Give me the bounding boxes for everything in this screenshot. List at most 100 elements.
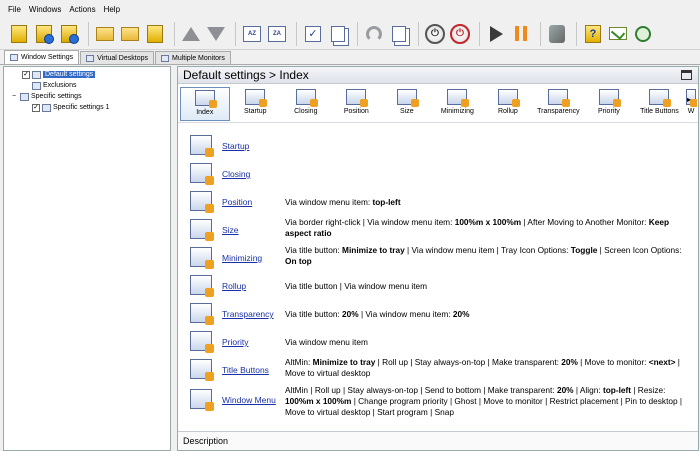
category-rollup[interactable]: Rollup [483, 87, 533, 121]
tools-button[interactable] [546, 23, 568, 45]
settings-content-panel: Default settings > Index Index Startup C… [177, 66, 699, 451]
copy-button[interactable] [327, 23, 349, 45]
transparency-link[interactable]: Transparency [222, 309, 274, 319]
description-text: | Move to monitor: [577, 357, 649, 367]
toolbar-separator [418, 21, 419, 46]
sort-az-button[interactable]: AZ [241, 23, 263, 45]
category-label: Closing [294, 108, 318, 115]
rollup-link[interactable]: Rollup [222, 281, 246, 291]
checkbox[interactable]: ✓ [32, 103, 40, 112]
category-title-buttons[interactable]: Title Buttons [635, 87, 685, 121]
sort-za-icon: ZA [268, 25, 286, 42]
description-value: 100%m x 100%m [285, 396, 352, 406]
edit-folder-button[interactable] [119, 23, 141, 45]
new-settings-button[interactable] [8, 23, 30, 45]
mail-button[interactable] [607, 23, 629, 45]
toolbar-separator [174, 21, 175, 46]
minimizing-link[interactable]: Minimizing [222, 253, 262, 263]
window-menu-icon [190, 389, 214, 411]
window-icon [32, 81, 41, 90]
expand-icon[interactable]: − [12, 93, 20, 100]
sort-za-button[interactable]: ZA [266, 23, 288, 45]
play-button[interactable] [485, 23, 507, 45]
folder-edit-icon [121, 26, 139, 41]
priority-icon [190, 331, 214, 353]
delete-button[interactable] [144, 23, 166, 45]
stop-button[interactable]: ⏻ [449, 23, 471, 45]
menu-windows[interactable]: Windows [25, 5, 65, 14]
help-button[interactable]: ? [582, 23, 604, 45]
menu-file[interactable]: File [4, 5, 25, 14]
move-down-button[interactable] [205, 23, 227, 45]
description-text: | After Moving to Another Monitor: [521, 217, 649, 227]
window-icon [20, 92, 29, 101]
apply-settings-button[interactable] [58, 23, 80, 45]
category-closing[interactable]: Closing [281, 87, 331, 121]
menu-help[interactable]: Help [100, 5, 124, 14]
index-icon [194, 90, 217, 108]
category-size[interactable]: Size [382, 87, 432, 121]
tree-item-specific-settings[interactable]: − Specific settings [8, 91, 170, 102]
category-priority[interactable]: Priority [584, 87, 634, 121]
description-text: Via border right-click | Via window menu… [285, 217, 455, 227]
row-description: Via border right-click | Via window menu… [285, 217, 687, 239]
move-up-button[interactable] [180, 23, 202, 45]
tab-virtual-desktops[interactable]: Virtual Desktops [80, 51, 154, 64]
startup-icon [245, 89, 268, 107]
menu-actions[interactable]: Actions [65, 5, 99, 14]
position-link[interactable]: Position [222, 197, 252, 207]
tree-item-exclusions[interactable]: Exclusions [8, 80, 170, 91]
tab-multiple-monitors[interactable]: Multiple Monitors [154, 51, 231, 64]
description-text: Via window menu item: [285, 197, 373, 207]
scroll-right-icon[interactable]: ▸ [687, 95, 691, 104]
paste-button[interactable] [388, 23, 410, 45]
tools-icon [549, 24, 565, 43]
row-description: AltMin | Roll up | Stay always-on-top | … [285, 385, 687, 418]
size-icon [396, 89, 419, 107]
category-position[interactable]: Position [332, 87, 382, 121]
description-bar: Description [178, 431, 698, 450]
copy-icon [331, 25, 345, 42]
tab-label: Window Settings [21, 54, 74, 61]
tree-item-default-settings[interactable]: ✓ Default settings [8, 69, 170, 80]
arrow-down-icon [207, 26, 225, 41]
category-index[interactable]: Index [180, 87, 230, 121]
description-label: Description [183, 436, 229, 446]
category-label: Transparency [537, 108, 580, 115]
document-icon [11, 24, 27, 43]
description-value: 20% [561, 357, 578, 367]
row-description: Via title button | Via window menu item [285, 281, 687, 292]
tree-item-specific-settings-1[interactable]: ✓ Specific settings 1 [8, 102, 170, 113]
startup-link[interactable]: Startup [222, 141, 249, 151]
description-text: | Via window menu item | Tray Icon Optio… [404, 245, 571, 255]
settings-icon [36, 24, 52, 43]
description-value: 20% [556, 385, 574, 395]
description-value: top-left [602, 385, 632, 395]
rollup-icon [497, 89, 520, 107]
power-button[interactable]: ⏻ [424, 23, 446, 45]
priority-link[interactable]: Priority [222, 337, 248, 347]
closing-link[interactable]: Closing [222, 169, 250, 179]
category-window-menu[interactable]: W [685, 87, 698, 121]
size-link[interactable]: Size [222, 225, 239, 235]
category-minimizing[interactable]: Minimizing [433, 87, 483, 121]
settings-button[interactable] [33, 23, 55, 45]
category-label: Minimizing [440, 108, 474, 115]
maximize-icon[interactable] [681, 70, 692, 80]
pause-button[interactable] [510, 23, 532, 45]
tab-window-settings[interactable]: Window Settings [4, 50, 80, 64]
search-button[interactable] [632, 23, 654, 45]
window-menu-link[interactable]: Window Menu [222, 395, 276, 405]
check-button[interactable]: ✓ [302, 23, 324, 45]
category-startup[interactable]: Startup [231, 87, 281, 121]
checkbox[interactable]: ✓ [22, 70, 30, 79]
closing-icon [190, 163, 214, 185]
startup-icon [190, 135, 214, 157]
checkbox-icon: ✓ [305, 25, 321, 42]
description-text: Via window menu item [285, 337, 368, 347]
new-folder-button[interactable] [94, 23, 116, 45]
title-buttons-link[interactable]: Title Buttons [222, 365, 269, 375]
category-transparency[interactable]: Transparency [534, 87, 584, 121]
undo-button[interactable] [363, 23, 385, 45]
settings-tree: ✓ Default settings Exclusions − Specific… [4, 67, 170, 113]
